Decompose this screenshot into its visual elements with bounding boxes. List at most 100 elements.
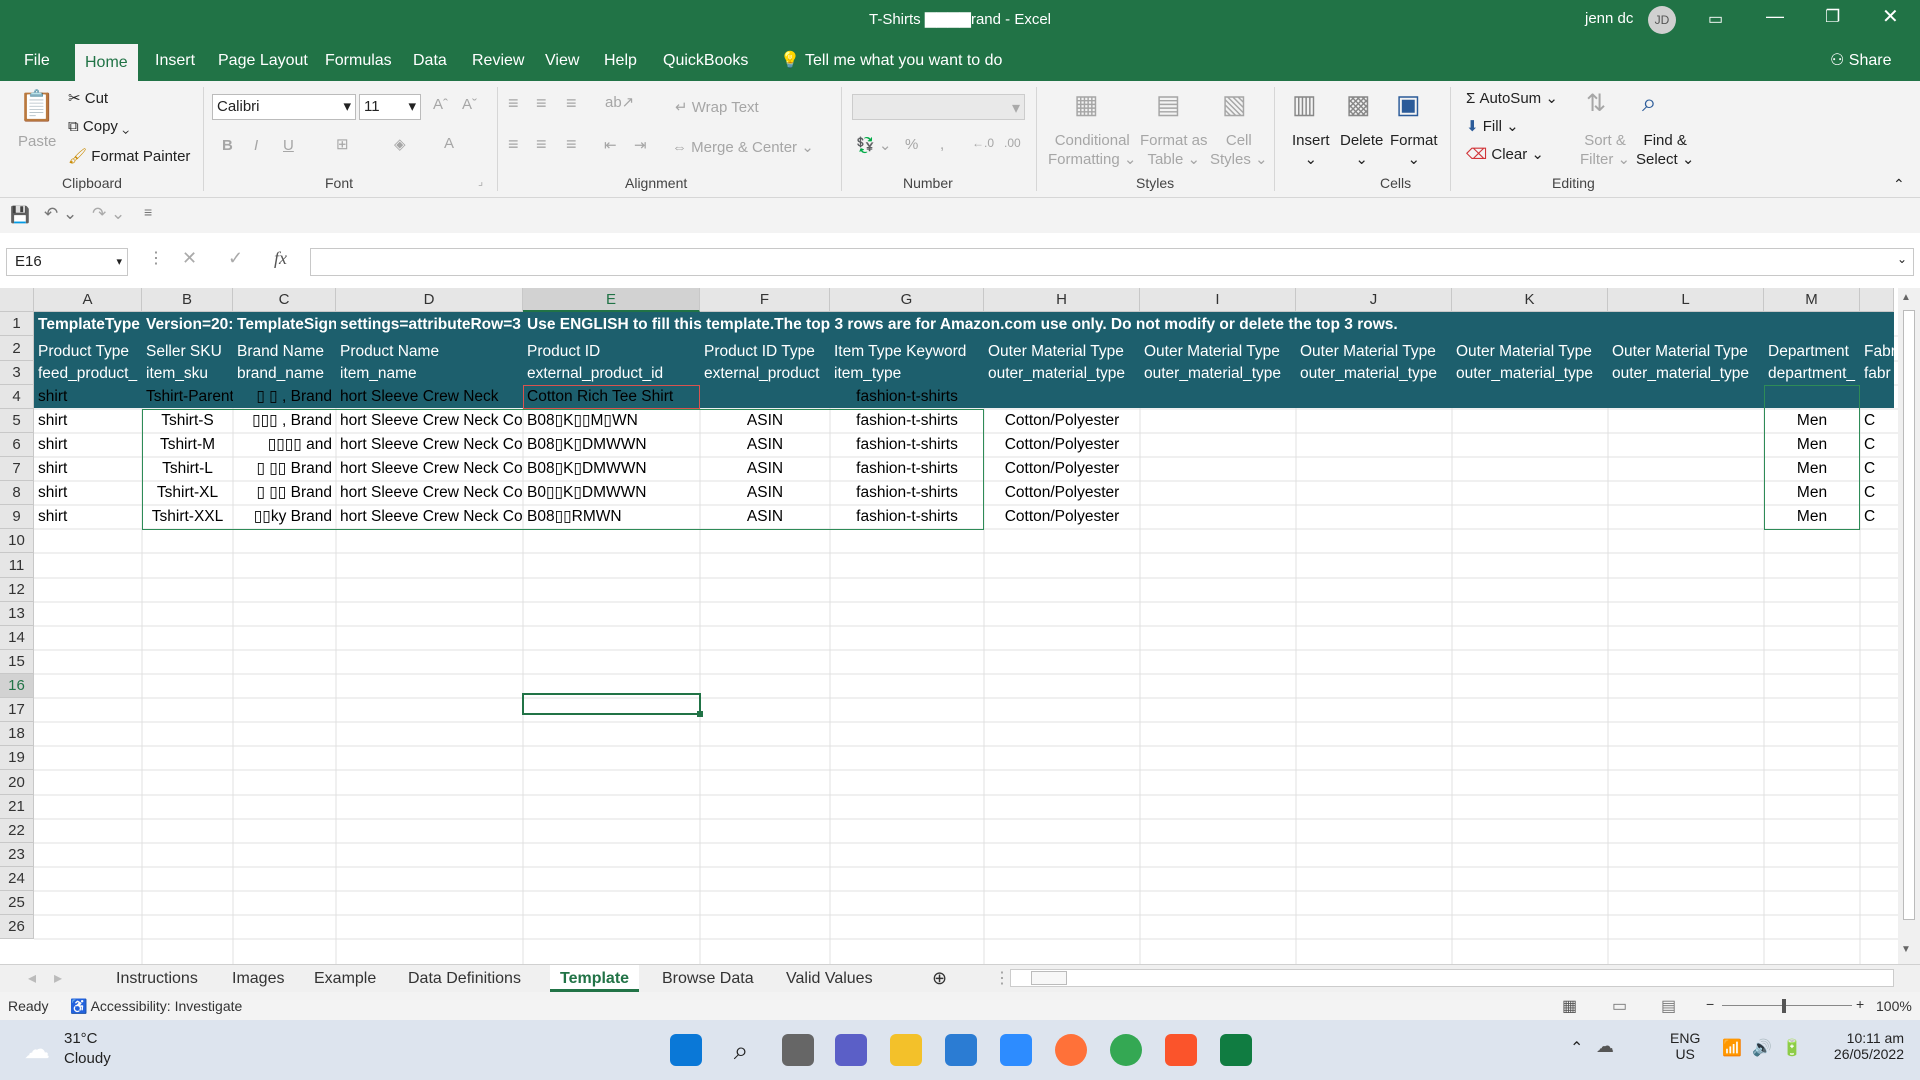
underline-button[interactable]: U [283,137,294,154]
attribute-name-cell[interactable]: external_product_id [523,362,700,385]
data-cell[interactable]: C [1860,409,1898,432]
data-cell[interactable]: Tshirt-Parent [142,385,233,408]
conditional-formatting-button[interactable]: Conditional Formatting ⌄ [1048,131,1136,169]
data-cell[interactable]: Cotton Rich Tee Shirt [523,385,700,408]
sheet-tab-data-definitions[interactable]: Data Definitions [398,965,531,992]
row-header[interactable]: 8 [0,481,34,505]
start-icon[interactable] [670,1034,702,1066]
data-cell[interactable]: C [1860,433,1898,456]
cell-e1[interactable]: Use ENGLISH to fill this template.The to… [523,313,1623,336]
font-name-select[interactable]: Calibri ▾ [212,94,356,120]
data-cell[interactable]: ASIN [700,409,830,432]
selected-cell-e16[interactable] [522,693,701,715]
sheet-tab-valid-values[interactable]: Valid Values [776,965,883,992]
col-header-a[interactable]: A [34,288,142,312]
attribute-name-cell[interactable]: outer_material_type [1296,362,1452,385]
row-header[interactable]: 6 [0,433,34,457]
field-label-cell[interactable]: Item Type Keyword [830,340,984,363]
data-cell[interactable]: Men [1764,457,1860,480]
font-size-select[interactable]: 11 ▾ [359,94,421,120]
weather-temp[interactable]: 31°C [64,1030,98,1047]
fill-button[interactable]: ⬇ Fill ⌄ [1466,117,1519,135]
tab-scroll-left-icon[interactable]: ◂ [18,965,46,992]
row-header[interactable]: 26 [0,915,34,939]
row-header[interactable]: 23 [0,843,34,867]
weather-condition[interactable]: Cloudy [64,1050,111,1067]
data-cell[interactable]: fashion-t-shirts [830,433,984,456]
data-cell[interactable]: ▯▯ky Brand [233,505,336,528]
data-cell[interactable]: ▯▯▯ , Brand [233,409,336,432]
data-cell[interactable]: B08▯K▯▯M▯WN [523,409,700,432]
data-cell[interactable]: shirt [34,409,142,432]
font-launcher-icon[interactable]: ⌟ [478,175,483,188]
row-header[interactable]: 15 [0,650,34,674]
align-right-icon[interactable]: ≡ [566,134,577,155]
cut-button[interactable]: ✂ Cut [68,89,108,107]
data-cell[interactable]: Men [1764,481,1860,504]
tab-data[interactable]: Data [403,40,457,81]
onedrive-icon[interactable]: ☁ [1596,1036,1614,1057]
sort-filter-icon[interactable]: ⇅ [1586,89,1606,118]
data-cell[interactable]: shirt [34,385,142,408]
data-cell[interactable]: Cotton/Polyester [984,505,1140,528]
col-header-j[interactable]: J [1296,288,1452,312]
attribute-name-cell[interactable]: outer_material_type [1140,362,1296,385]
decrease-indent-icon[interactable]: ⇤ [604,136,617,154]
data-cell[interactable]: fashion-t-shirts [830,409,984,432]
row-header[interactable]: 9 [0,505,34,529]
wrap-text-button[interactable]: ↵ Wrap Text [675,98,759,116]
cell-c1[interactable]: TemplateSign [233,313,336,336]
format-as-table-button[interactable]: Format as Table ⌄ [1140,131,1208,169]
data-cell[interactable]: C [1860,457,1898,480]
fill-color-icon[interactable]: ◈ [394,135,406,153]
delete-cells-button[interactable]: Delete ⌄ [1340,131,1383,169]
col-header-e[interactable]: E [523,288,700,312]
data-cell[interactable]: fashion-t-shirts [830,385,984,408]
data-cell[interactable]: ▯ ▯ , Brand [233,385,336,408]
paste-icon[interactable]: 📋 [18,89,55,124]
col-header-f[interactable]: F [700,288,830,312]
col-header-h[interactable]: H [984,288,1140,312]
collapse-ribbon-icon[interactable]: ⌃ [1893,176,1905,193]
format-painter-button[interactable]: 🖌 Format Painter [68,147,190,165]
field-label-cell[interactable]: Product ID Type [700,340,830,363]
row-header[interactable]: 13 [0,602,34,626]
accessibility-status[interactable]: ♿ Accessibility: Investigate [70,998,242,1015]
chat-icon[interactable] [835,1034,867,1066]
tab-help[interactable]: Help [594,40,647,81]
format-cells-button[interactable]: Format ⌄ [1390,131,1438,169]
save-icon[interactable]: 💾 [10,205,30,225]
row-header[interactable]: 25 [0,891,34,915]
data-cell[interactable]: Tshirt-L [142,457,233,480]
decrease-decimal-icon[interactable]: .00 [1004,136,1021,150]
grow-font-icon[interactable]: Aˆ [433,96,448,113]
tray-chevron-icon[interactable]: ⌃ [1570,1038,1583,1058]
align-middle-icon[interactable]: ≡ [536,93,547,114]
data-cell[interactable]: hort Sleeve Crew Neck Co [336,505,523,528]
clear-button[interactable]: ⌫ Clear ⌄ [1466,145,1544,163]
tab-formulas[interactable]: Formulas [315,40,402,81]
attribute-name-cell[interactable]: outer_material_type [1608,362,1764,385]
row-header[interactable]: 21 [0,795,34,819]
number-format-select[interactable]: ▾ [852,94,1025,120]
row-header[interactable]: 12 [0,578,34,602]
data-cell[interactable]: ASIN [700,505,830,528]
field-label-cell[interactable]: Product Type [34,340,142,363]
row-header[interactable]: 18 [0,722,34,746]
data-cell[interactable]: ▯ ▯▯ Brand [233,481,336,504]
tab-page-layout[interactable]: Page Layout [208,40,318,81]
data-cell[interactable]: Men [1764,409,1860,432]
col-header-d[interactable]: D [336,288,523,312]
name-box[interactable]: E16 ▾ [6,248,128,276]
zoom-app-icon[interactable] [1000,1034,1032,1066]
data-cell[interactable]: hort Sleeve Crew Neck Co [336,481,523,504]
tab-scroll-right-icon[interactable]: ▸ [44,965,72,992]
cell-a1[interactable]: TemplateType [34,313,142,336]
col-header-m[interactable]: M [1764,288,1860,312]
zoom-level[interactable]: 100% [1876,998,1912,1014]
data-cell[interactable]: ▯ ▯▯ Brand [233,457,336,480]
data-cell[interactable]: B08▯▯RMWN [523,505,700,528]
chrome-icon[interactable] [1110,1034,1142,1066]
data-cell[interactable]: B08▯K▯DMWWN [523,433,700,456]
attribute-name-cell[interactable]: department_ [1764,362,1860,385]
